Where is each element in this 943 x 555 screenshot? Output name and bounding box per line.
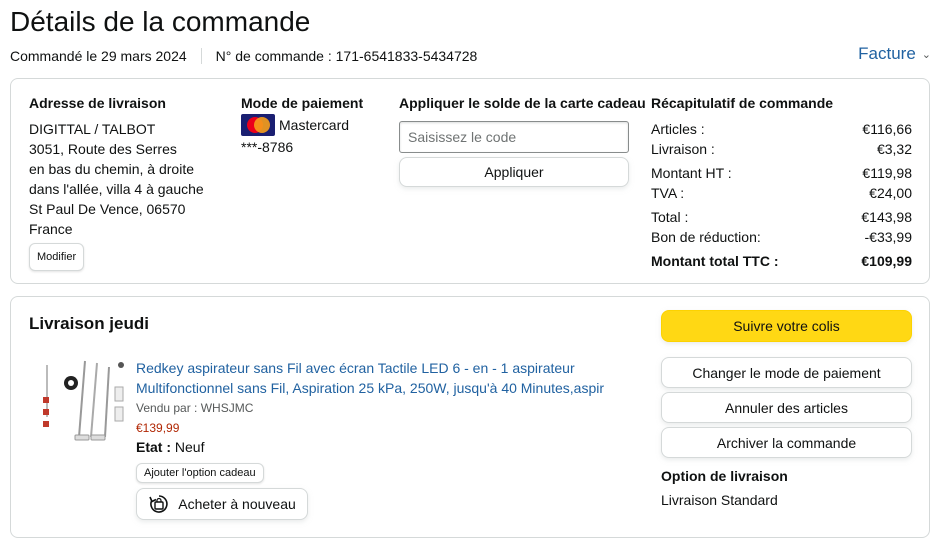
delivery-option-value: Livraison Standard (661, 492, 778, 508)
condition-value: Neuf (174, 439, 205, 455)
shipping-heading: Adresse de livraison (29, 95, 166, 111)
gift-code-input[interactable] (399, 121, 629, 153)
buy-again-icon (149, 495, 168, 513)
card-number: ***-8786 (241, 139, 294, 155)
summary-row: Livraison : €3,32 (651, 139, 912, 159)
summary-value: €119,98 (862, 165, 912, 181)
invoice-dropdown[interactable]: Facture ⌄ (858, 44, 931, 64)
summary-label: Livraison : (651, 141, 715, 157)
address-line: France (29, 221, 73, 237)
summary-value: €109,99 (861, 253, 912, 269)
modify-address-button[interactable]: Modifier (29, 243, 85, 271)
product-title-link[interactable]: Redkey aspirateur sans Fil avec écran Ta… (136, 358, 626, 398)
delivery-card: Livraison jeudi Redkey aspirateur sans F… (10, 296, 930, 538)
archive-order-button[interactable]: Archiver la commande (661, 427, 912, 458)
buy-again-label: Acheter à nouveau (178, 496, 296, 512)
condition-label: Etat : (136, 439, 171, 455)
summary-row: Total : €143,98 (651, 207, 912, 227)
summary-row: Articles : €116,66 (651, 119, 912, 139)
summary-label: TVA : (651, 185, 685, 201)
divider (200, 48, 202, 64)
mastercard-icon (241, 114, 275, 136)
payment-method: Mastercard ***-8786 (241, 113, 349, 155)
product-image[interactable] (35, 357, 131, 449)
order-meta: Commandé le 29 mars 2024 N° de commande … (10, 48, 477, 64)
buy-again-button[interactable]: Acheter à nouveau (136, 488, 308, 520)
chevron-down-icon: ⌄ (921, 48, 931, 61)
order-number: N° de commande : 171-6541833-5434728 (215, 48, 478, 64)
address-line: en bas du chemin, à droite (29, 161, 194, 177)
gift-card-heading: Appliquer le solde de la carte cadeau (399, 95, 646, 111)
shipping-address: DIGITTAL / TALBOT 3051, Route des Serres… (29, 119, 204, 271)
summary-heading: Récapitulatif de commande (651, 95, 834, 111)
address-line: dans l'allée, villa 4 à gauche (29, 181, 204, 197)
apply-gift-button[interactable]: Appliquer (399, 157, 629, 187)
invoice-label: Facture (858, 44, 916, 63)
delivery-option-heading: Option de livraison (661, 468, 788, 484)
address-line: St Paul De Vence, 06570 (29, 201, 186, 217)
summary-row: TVA : €24,00 (651, 183, 912, 203)
summary-value: -€33,99 (864, 229, 912, 245)
page-title: Détails de la commande (10, 6, 311, 37)
product-price: €139,99 (136, 421, 180, 435)
summary-value: €116,66 (862, 121, 912, 137)
address-line: DIGITTAL / TALBOT (29, 121, 156, 137)
card-name: Mastercard (279, 117, 350, 133)
summary-row: Montant HT : €119,98 (651, 163, 912, 183)
gift-option-button[interactable]: Ajouter l'option cadeau (136, 463, 264, 483)
order-summary: Articles : €116,66 Livraison : €3,32 Monta… (651, 119, 912, 271)
summary-label: Montant HT : (651, 165, 732, 181)
summary-value: €24,00 (869, 185, 912, 201)
summary-value: €143,98 (861, 209, 912, 225)
summary-label: Montant total TTC : (651, 253, 779, 269)
summary-label: Bon de réduction: (651, 229, 761, 245)
summary-label: Total : (651, 209, 689, 225)
summary-row: Bon de réduction: -€33,99 (651, 227, 912, 247)
seller-info: Vendu par : WHSJMC (136, 401, 254, 415)
summary-value: €3,32 (876, 141, 912, 157)
track-package-button[interactable]: Suivre votre colis (661, 310, 912, 342)
cancel-items-button[interactable]: Annuler des articles (661, 392, 912, 423)
change-payment-button[interactable]: Changer le mode de paiement (661, 357, 912, 388)
product-condition: Etat : Neuf (136, 439, 204, 455)
summary-total-row: Montant total TTC : €109,99 (651, 251, 912, 271)
address-line: 3051, Route des Serres (29, 141, 177, 157)
order-date: Commandé le 29 mars 2024 (10, 48, 187, 64)
delivery-heading: Livraison jeudi (29, 314, 149, 333)
summary-label: Articles : (651, 121, 705, 137)
order-info-card: Adresse de livraison DIGITTAL / TALBOT 3… (10, 78, 930, 284)
payment-heading: Mode de paiement (241, 95, 364, 111)
